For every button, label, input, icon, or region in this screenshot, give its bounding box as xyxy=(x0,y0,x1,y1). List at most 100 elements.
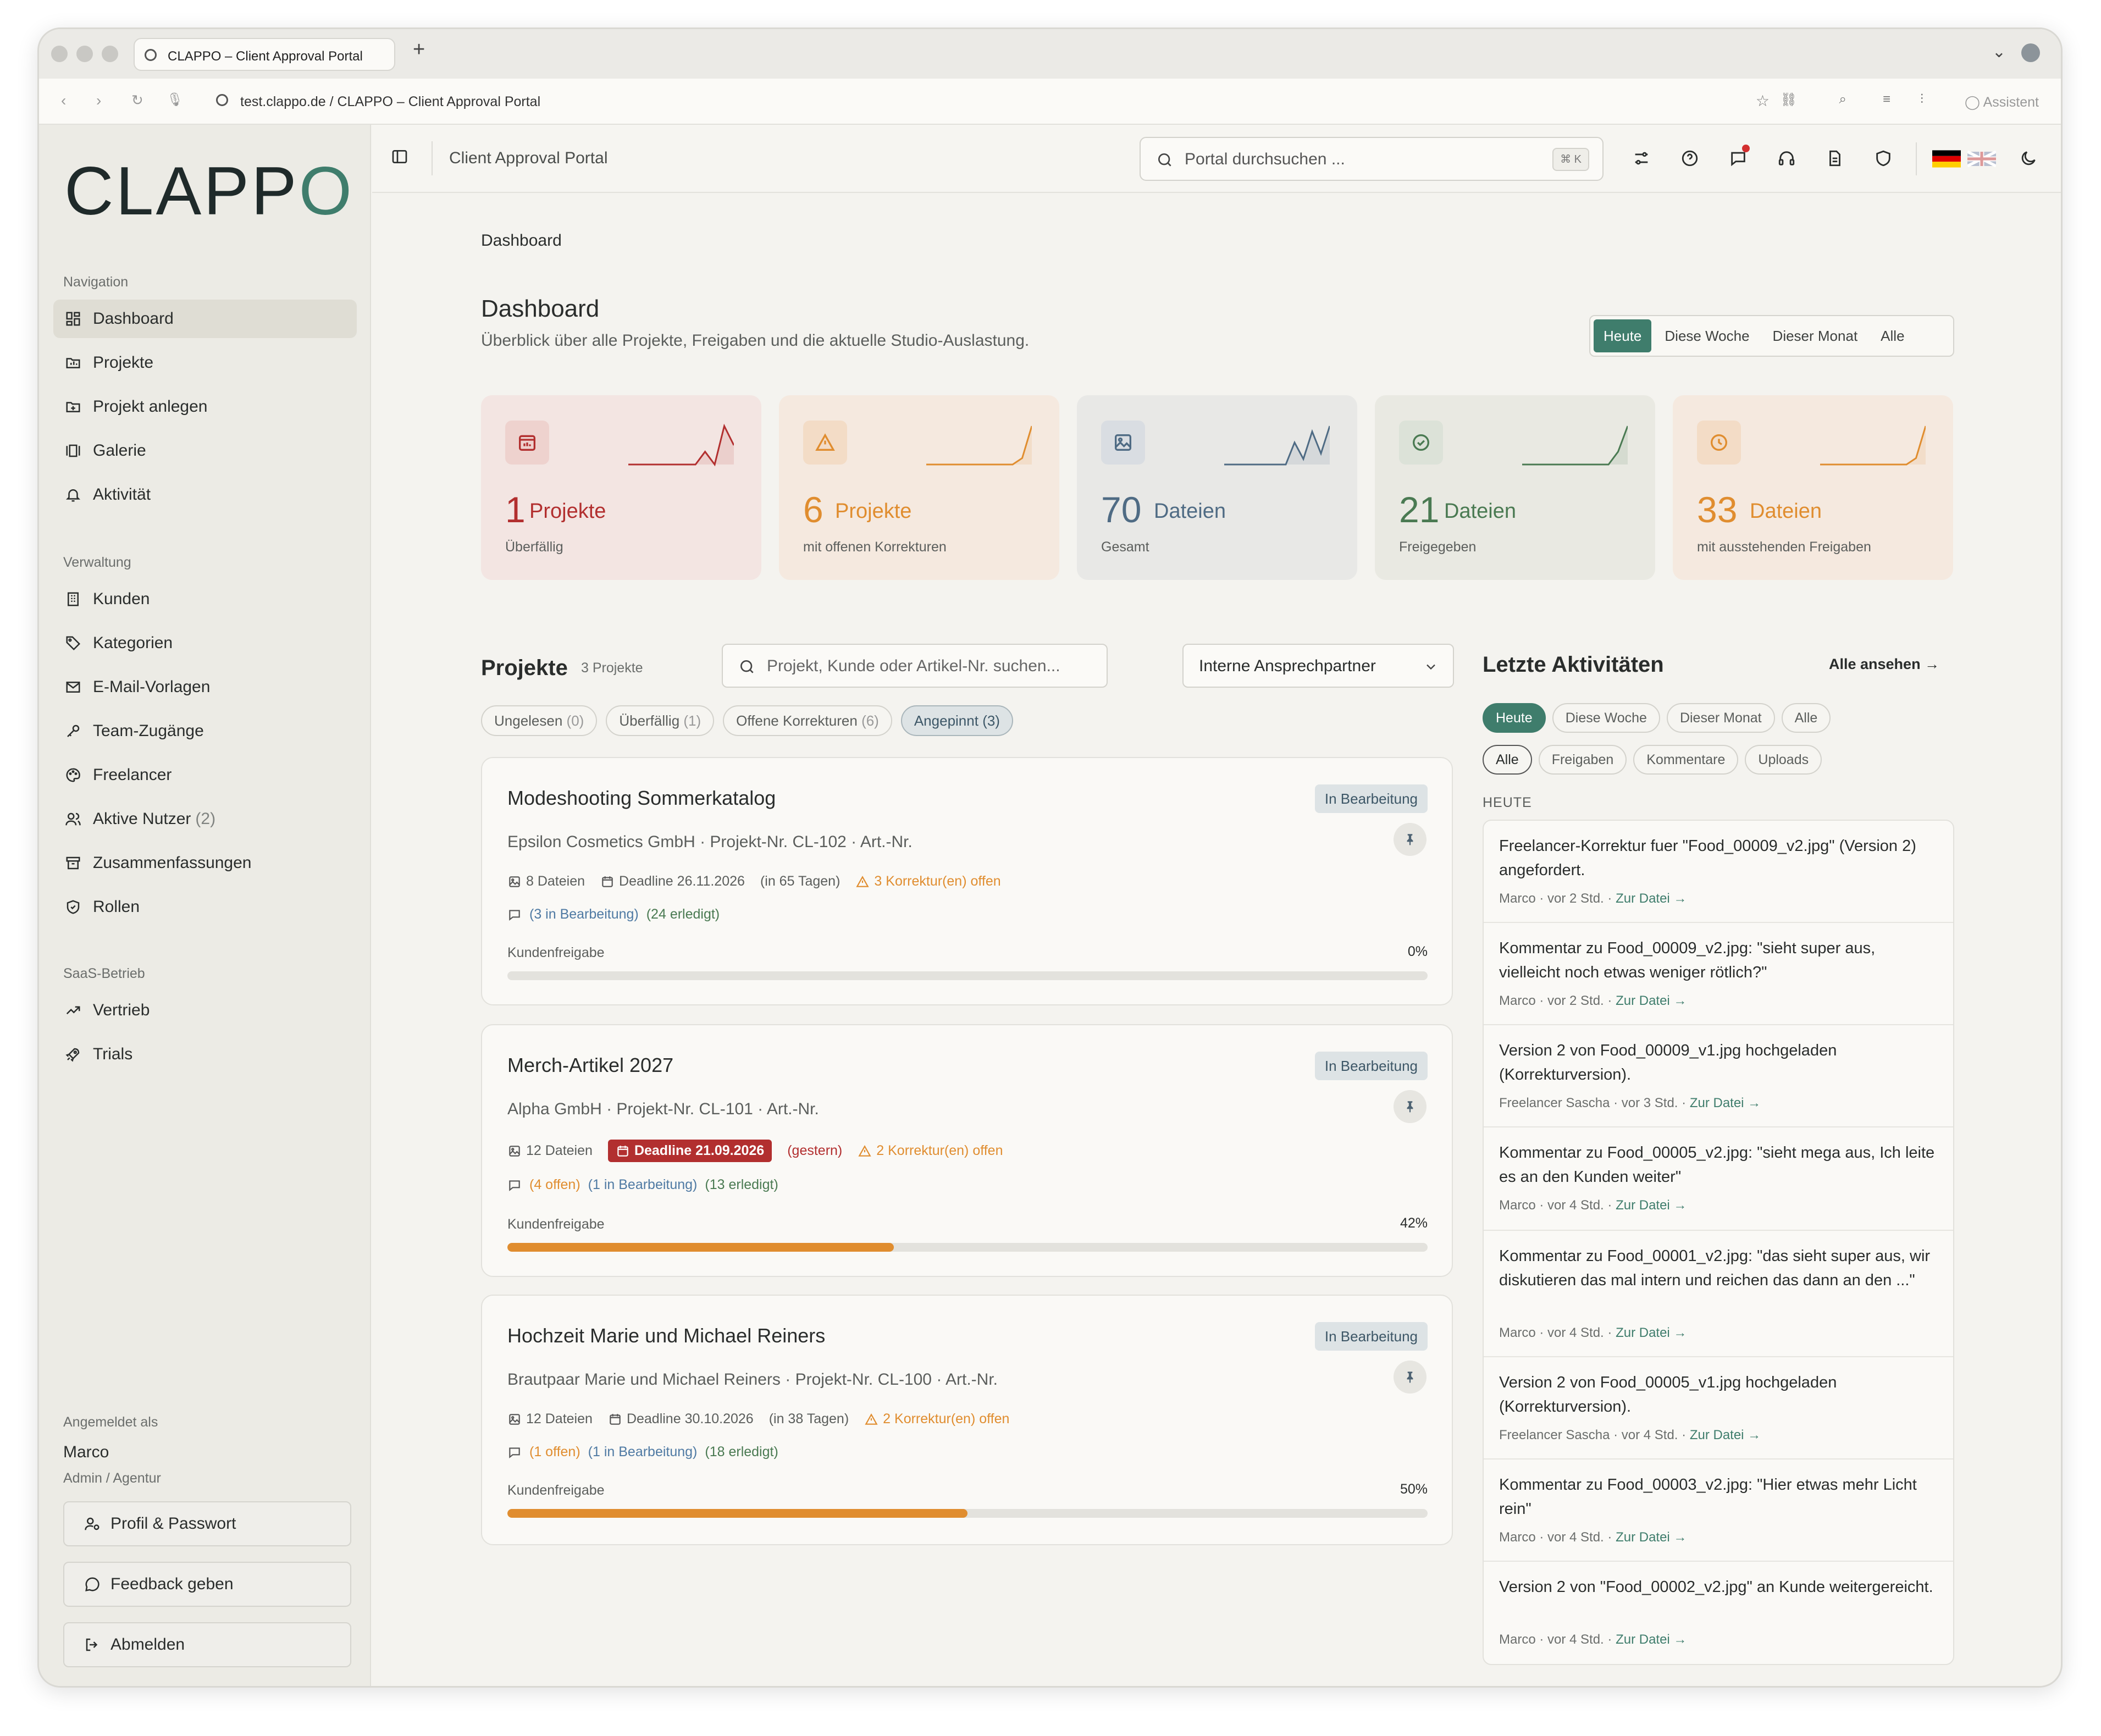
sidebar-item-activity[interactable]: Aktivität xyxy=(53,476,357,514)
activity-type-all[interactable]: Alle xyxy=(1483,745,1532,775)
goto-file-link[interactable]: Zur Datei → xyxy=(1690,1428,1761,1442)
reload-icon[interactable]: ↻ xyxy=(131,92,143,109)
contact-select[interactable]: Interne Ansprechpartner xyxy=(1182,644,1454,688)
logout-button[interactable]: Abmelden xyxy=(63,1622,351,1667)
stat-card-overdue[interactable]: 1 Projekte Überfällig xyxy=(481,395,761,580)
browser-tab[interactable]: CLAPPO – Client Approval Portal xyxy=(134,38,395,71)
assistant-button[interactable]: ◯ Assistent xyxy=(1965,94,2039,110)
german-flag-icon[interactable] xyxy=(1932,150,1961,168)
sidebar-item-freelancer[interactable]: Freelancer xyxy=(53,756,357,794)
activity-filter-today[interactable]: Heute xyxy=(1483,703,1546,733)
audio-icon[interactable]: ⫶ xyxy=(1920,92,1923,107)
stat-card-pending-approvals[interactable]: 33 Dateien mit ausstehenden Freigaben xyxy=(1673,395,1953,580)
activity-type-approvals[interactable]: Freigaben xyxy=(1538,745,1627,775)
range-tab-month[interactable]: Dieser Monat xyxy=(1763,319,1868,352)
site-info-icon[interactable] xyxy=(216,94,228,106)
filter-sliders-icon[interactable] xyxy=(1632,149,1651,168)
sidebar-item-sales[interactable]: Vertrieb xyxy=(53,991,357,1030)
profile-avatar[interactable] xyxy=(2021,43,2040,62)
tab-list-chevron-icon[interactable]: ⌄ xyxy=(1992,42,2006,62)
window-minimize-button[interactable] xyxy=(76,46,93,62)
goto-file-link[interactable]: Zur Datei → xyxy=(1616,1632,1687,1647)
goto-file-link[interactable]: Zur Datei → xyxy=(1616,993,1687,1008)
help-icon[interactable] xyxy=(1680,149,1699,168)
support-headset-icon[interactable] xyxy=(1777,149,1796,168)
project-card[interactable]: Hochzeit Marie und Michael Reiners In Be… xyxy=(481,1295,1453,1545)
sidebar-item-team-access[interactable]: Team-Zugänge xyxy=(53,712,357,750)
range-tab-all[interactable]: Alle xyxy=(1871,319,1914,352)
activity-filter-month[interactable]: Dieser Monat xyxy=(1666,703,1775,733)
approval-percent: 42% xyxy=(1400,1215,1428,1231)
activity-filter-week[interactable]: Diese Woche xyxy=(1552,703,1660,733)
uk-flag-icon[interactable] xyxy=(1967,150,1996,168)
pin-button[interactable] xyxy=(1394,823,1427,856)
project-search-input[interactable]: Projekt, Kunde oder Artikel-Nr. suchen..… xyxy=(722,644,1108,688)
goto-file-link[interactable]: Zur Datei → xyxy=(1690,1096,1761,1110)
profile-password-button[interactable]: Profil & Passwort xyxy=(63,1501,351,1546)
activity-item[interactable]: Kommentar zu Food_00003_v2.jpg: "Hier et… xyxy=(1484,1459,1953,1562)
sidebar-item-projects[interactable]: Projekte xyxy=(53,344,357,382)
activity-item[interactable]: Kommentar zu Food_00001_v2.jpg: "das sie… xyxy=(1484,1231,1953,1357)
new-tab-button[interactable]: + xyxy=(413,38,425,62)
project-meta: 12 Dateien Deadline 30.10.2026 (in 38 Ta… xyxy=(507,1411,1025,1427)
sidebar-toggle-icon[interactable] xyxy=(391,148,408,165)
project-card[interactable]: Merch-Artikel 2027 In Bearbeitung Alpha … xyxy=(481,1024,1453,1277)
stat-card-files-total[interactable]: 70 Dateien Gesamt xyxy=(1077,395,1357,580)
sidebar-item-email-templates[interactable]: E-Mail-Vorlagen xyxy=(53,668,357,706)
microphone-icon[interactable]: 🎙 xyxy=(167,92,183,108)
portal-search-input[interactable]: Portal durchsuchen ... ⌘ K xyxy=(1140,137,1604,181)
back-icon[interactable]: ‹ xyxy=(61,92,66,109)
activity-filter-all[interactable]: Alle xyxy=(1781,703,1831,733)
stat-card-open-corrections[interactable]: 6 Projekte mit offenen Korrekturen xyxy=(779,395,1059,580)
sidebar-item-active-users[interactable]: Aktive Nutzer (2) xyxy=(53,800,357,838)
privacy-shield-icon[interactable] xyxy=(1874,149,1893,168)
sidebar-item-new-project[interactable]: Projekt anlegen xyxy=(53,388,357,426)
window-close-button[interactable] xyxy=(51,46,68,62)
activity-type-comments[interactable]: Kommentare xyxy=(1633,745,1739,775)
feedback-button[interactable]: Feedback geben xyxy=(63,1562,351,1607)
sidebar-item-customers[interactable]: Kunden xyxy=(53,580,357,618)
pin-button[interactable] xyxy=(1394,1090,1427,1123)
activity-item[interactable]: Kommentar zu Food_00005_v2.jpg: "sieht m… xyxy=(1484,1127,1953,1231)
goto-file-link[interactable]: Zur Datei → xyxy=(1616,891,1687,906)
sidebar-item-categories[interactable]: Kategorien xyxy=(53,624,357,662)
sidebar-item-gallery[interactable]: Galerie xyxy=(53,432,357,470)
forward-icon[interactable]: › xyxy=(96,92,101,109)
pin-button[interactable] xyxy=(1394,1361,1427,1394)
bookmark-star-icon[interactable]: ☆ xyxy=(1756,92,1770,110)
clappo-logo[interactable]: CLAPPO xyxy=(64,152,354,230)
address-bar[interactable]: test.clappo.de / CLAPPO – Client Approva… xyxy=(240,94,540,110)
approval-progress-bar xyxy=(507,1509,1428,1518)
share-link-icon[interactable]: ⛓ xyxy=(1781,92,1797,108)
filter-chip-unread[interactable]: Ungelesen (0) xyxy=(481,705,598,736)
goto-file-link[interactable]: Zur Datei → xyxy=(1616,1530,1687,1545)
range-tab-week[interactable]: Diese Woche xyxy=(1655,319,1759,352)
project-card[interactable]: Modeshooting Sommerkatalog In Bearbeitun… xyxy=(481,757,1453,1005)
sidebar-item-dashboard[interactable]: Dashboard xyxy=(53,300,357,338)
activity-item[interactable]: Version 2 von Food_00005_v1.jpg hochgela… xyxy=(1484,1357,1953,1459)
reader-icon[interactable]: ≡ xyxy=(1883,92,1890,107)
activity-item[interactable]: Freelancer-Korrektur fuer "Food_00009_v2… xyxy=(1484,821,1953,923)
gallery-icon xyxy=(64,442,82,460)
activity-item[interactable]: Version 2 von "Food_00002_v2.jpg" an Kun… xyxy=(1484,1562,1953,1664)
dark-mode-moon-icon[interactable] xyxy=(2019,149,2038,168)
see-all-link[interactable]: Alle ansehen → xyxy=(1829,656,1939,673)
filter-chip-open-corrections[interactable]: Offene Korrekturen (6) xyxy=(723,705,892,736)
filter-chip-pinned[interactable]: Angepinnt (3) xyxy=(900,705,1013,736)
sidebar-item-trials[interactable]: Trials xyxy=(53,1035,357,1074)
activity-item[interactable]: Version 2 von Food_00009_v1.jpg hochgela… xyxy=(1484,1025,1953,1127)
messages-icon[interactable] xyxy=(1729,145,1750,168)
activity-item[interactable]: Kommentar zu Food_00009_v2.jpg: "sieht s… xyxy=(1484,923,1953,1025)
goto-file-link[interactable]: Zur Datei → xyxy=(1616,1198,1687,1213)
activity-type-uploads[interactable]: Uploads xyxy=(1745,745,1822,775)
range-tab-today[interactable]: Heute xyxy=(1594,319,1652,352)
goto-file-link[interactable]: Zur Datei → xyxy=(1616,1325,1687,1340)
stat-card-approved[interactable]: 21 Dateien Freigegeben xyxy=(1375,395,1655,580)
lens-search-icon[interactable]: ⌕ xyxy=(1839,92,1846,107)
stat-caption: Freigegeben xyxy=(1399,539,1477,555)
document-icon[interactable] xyxy=(1826,149,1844,168)
window-zoom-button[interactable] xyxy=(102,46,118,62)
sidebar-item-roles[interactable]: Rollen xyxy=(53,888,357,926)
filter-chip-overdue[interactable]: Überfällig (1) xyxy=(606,705,715,736)
sidebar-item-summaries[interactable]: Zusammenfassungen xyxy=(53,844,357,882)
